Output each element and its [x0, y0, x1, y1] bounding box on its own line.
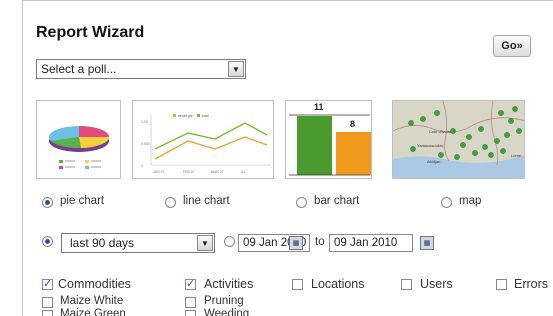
map-label: Lome — [511, 153, 522, 158]
bar-value-label: 11 — [314, 102, 324, 112]
y-tick-label: 0.500 — [141, 142, 150, 146]
page-title: Report Wizard — [36, 24, 145, 41]
commodities-label: Commodities — [58, 277, 131, 291]
users-checkbox[interactable] — [401, 279, 412, 290]
calendar-icon[interactable]: ▦ — [420, 236, 434, 250]
locations-label: Locations — [311, 277, 365, 291]
errors-label: Errors — [514, 277, 549, 291]
line-chart-radio-label: line chart — [183, 195, 230, 207]
preset-range-radio[interactable] — [42, 236, 53, 247]
line-chart-thumbnail[interactable]: whole pie total 1.00 0.500 0 JAN 07 FEB … — [132, 100, 274, 179]
pie-chart-radio[interactable] — [42, 197, 53, 208]
line-chart-radio[interactable] — [165, 197, 176, 208]
map-thumbnail[interactable]: Cote d'Ivoire Yamoussoukro Abidjan Lome — [392, 100, 525, 179]
to-date-value: 09 Jan 2010 — [334, 237, 398, 249]
map-label: Cote d'Ivoire — [429, 129, 452, 134]
map-label: Yamoussoukro — [417, 143, 444, 148]
bar-chart-radio-label: bar chart — [314, 195, 360, 207]
x-tick-label: MAR 07 — [211, 170, 224, 174]
pie-chart-thumbnail[interactable] — [36, 100, 121, 179]
poll-select-value: Select a poll... — [41, 62, 117, 76]
bar-chart-radio[interactable] — [296, 197, 307, 208]
locations-checkbox[interactable] — [292, 279, 303, 290]
bar-chart-thumbnail[interactable]: 11 8 — [285, 100, 372, 179]
chevron-down-icon[interactable]: ▼ — [197, 235, 213, 251]
poll-select[interactable]: Select a poll... ▼ — [36, 59, 246, 79]
calendar-icon[interactable]: ▦ — [289, 236, 303, 250]
y-tick-label: 1.00 — [141, 120, 148, 124]
bar-value-label: 8 — [350, 119, 355, 129]
weeding-checkbox[interactable] — [185, 310, 196, 316]
activities-label: Activities — [204, 277, 254, 291]
x-tick-label: FEB 07 — [183, 170, 195, 174]
maize-white-checkbox[interactable] — [42, 297, 53, 308]
maize-white-label: Maize White — [60, 295, 124, 307]
pruning-label: Pruning — [204, 295, 244, 307]
bar-chart-icon: 11 8 — [289, 102, 371, 176]
maize-green-checkbox[interactable] — [42, 310, 53, 316]
go-button[interactable]: Go» — [493, 35, 531, 57]
pruning-checkbox[interactable] — [185, 297, 196, 308]
map-icon: Cote d'Ivoire Yamoussoukro Abidjan Lome — [393, 101, 524, 178]
errors-checkbox[interactable] — [496, 279, 507, 290]
map-radio[interactable] — [441, 197, 452, 208]
report-wizard-panel: Report Wizard Go» Select a poll... ▼ who… — [22, 0, 553, 316]
line-chart-icon: whole pie total 1.00 0.500 0 JAN 07 FEB … — [141, 114, 271, 174]
activities-checkbox[interactable] — [185, 277, 196, 290]
commodities-checkbox[interactable] — [42, 277, 53, 290]
legend-label: total — [202, 114, 209, 118]
x-tick-label: JAN 07 — [153, 170, 165, 174]
custom-range-radio[interactable] — [224, 236, 235, 247]
map-label: Abidjan — [427, 159, 440, 164]
date-range-select-value: last 90 days — [70, 236, 135, 250]
to-label: to — [315, 236, 325, 248]
chevron-down-icon[interactable]: ▼ — [228, 61, 244, 77]
pie-chart-radio-label: pie chart — [60, 195, 105, 207]
pie-chart-icon — [49, 126, 110, 169]
map-radio-label: map — [459, 195, 482, 207]
users-label: Users — [420, 277, 453, 291]
date-range-select[interactable]: last 90 days ▼ — [61, 233, 215, 253]
legend-label: whole pie — [178, 114, 193, 118]
x-tick-label: A1 — [241, 170, 245, 174]
y-tick-label: 0 — [141, 164, 143, 168]
to-date-field[interactable]: 09 Jan 2010 — [329, 234, 413, 252]
